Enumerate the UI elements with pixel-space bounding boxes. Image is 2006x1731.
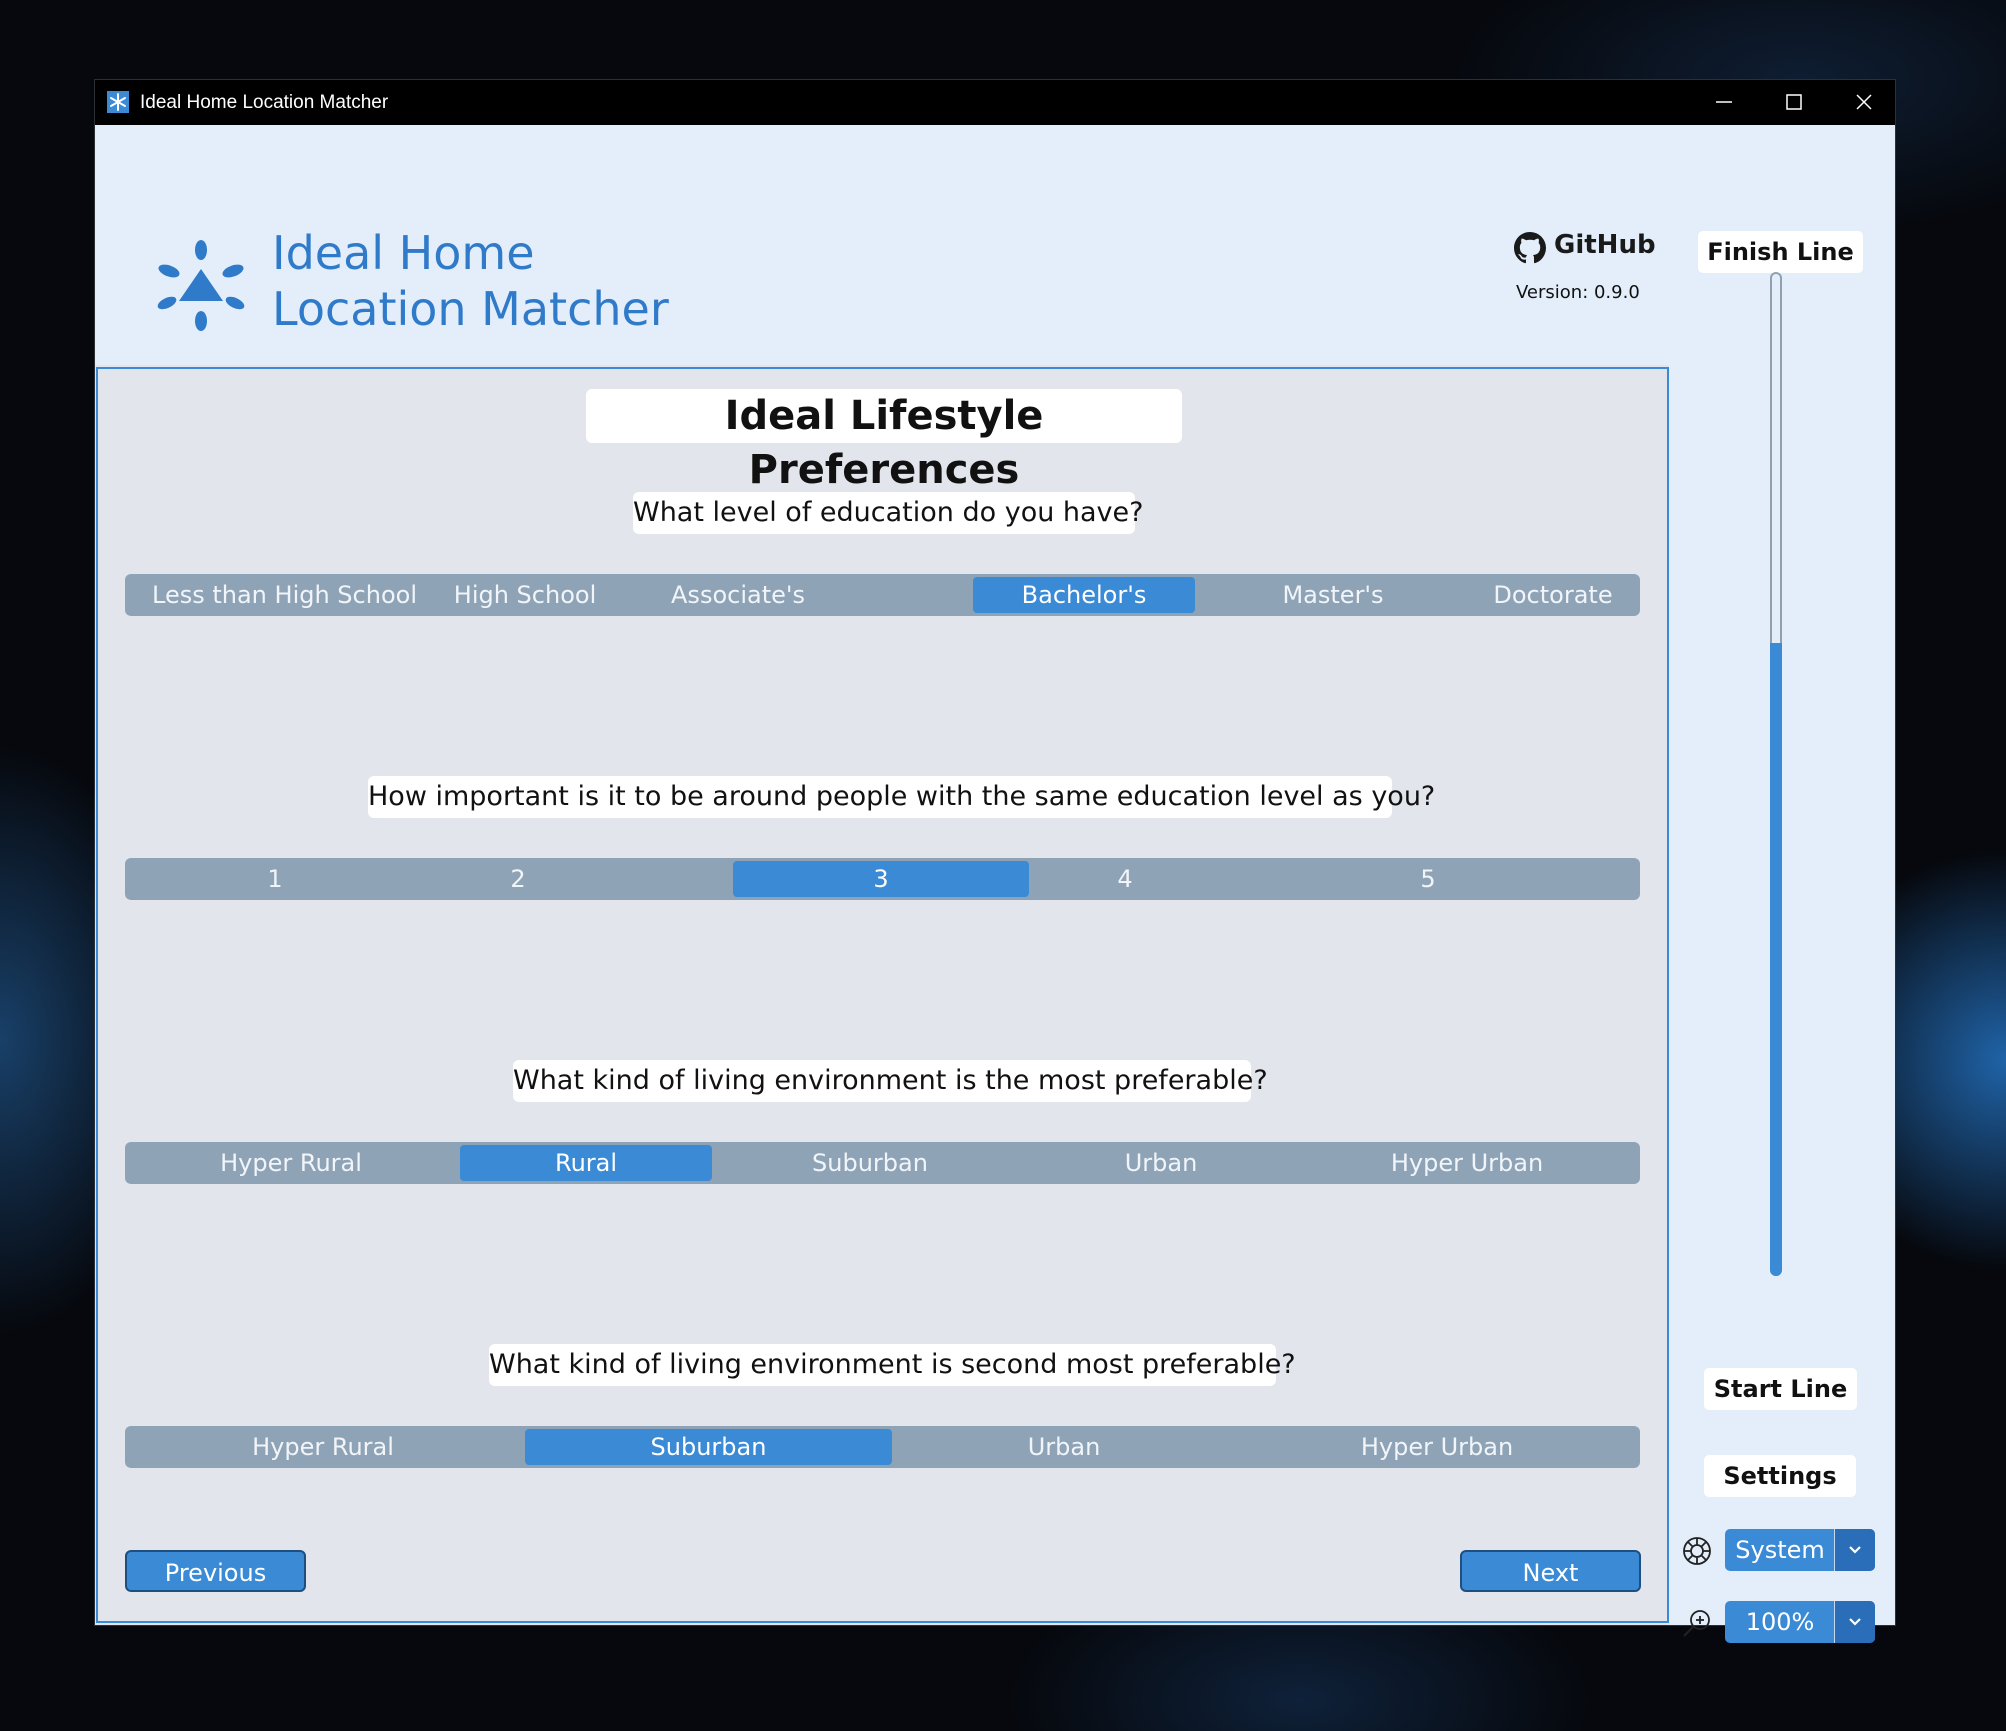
app-icon xyxy=(107,91,129,113)
question-text: How important is it to be around people … xyxy=(368,776,1435,818)
progress-sidebar: Finish Line Start Line Settings System 1… xyxy=(1669,125,1895,1643)
option-rural[interactable]: Rural xyxy=(460,1145,712,1181)
rating-option-4[interactable]: 4 xyxy=(1005,861,1245,897)
chevron-down-icon xyxy=(1849,1546,1861,1554)
settings-label: Settings xyxy=(1704,1455,1856,1497)
question-text: What kind of living environment is the m… xyxy=(513,1060,1268,1102)
option-suburban[interactable]: Suburban xyxy=(770,1145,970,1181)
rating-option-3[interactable]: 3 xyxy=(733,861,1029,897)
zoom-icon xyxy=(1681,1607,1713,1643)
previous-button[interactable]: Previous xyxy=(125,1550,306,1592)
option-hyper-urban[interactable]: Hyper Urban xyxy=(1367,1145,1567,1181)
minimize-icon xyxy=(1716,101,1732,103)
question-text: What level of education do you have? xyxy=(633,492,1143,534)
maximize-icon xyxy=(1786,94,1802,110)
app-name: Ideal Home Location Matcher xyxy=(272,225,669,337)
app-logo-icon xyxy=(153,235,249,335)
title-bar: Ideal Home Location Matcher xyxy=(95,80,1895,125)
rating-option-5[interactable]: 5 xyxy=(1308,861,1548,897)
zoom-dropdown-arrow[interactable] xyxy=(1834,1601,1875,1643)
option-masters[interactable]: Master's xyxy=(1243,577,1423,613)
option-urban[interactable]: Urban xyxy=(1061,1145,1261,1181)
option-urban[interactable]: Urban xyxy=(964,1429,1164,1465)
app-header: Ideal Home Location Matcher GitHub Versi… xyxy=(95,125,1669,365)
option-high-school[interactable]: High School xyxy=(435,577,615,613)
secondary-environment-selector: Hyper Rural Suburban Urban Hyper Urban xyxy=(125,1426,1640,1468)
option-hyper-rural[interactable]: Hyper Rural xyxy=(191,1145,391,1181)
question-text: What kind of living environment is secon… xyxy=(489,1344,1296,1386)
progress-fill xyxy=(1770,643,1782,1276)
github-label: GitHub xyxy=(1554,230,1656,260)
question-panel: Ideal Lifestyle Preferences What level o… xyxy=(96,367,1669,1623)
theme-dropdown[interactable]: System xyxy=(1725,1529,1875,1571)
close-icon xyxy=(1856,94,1872,110)
version-label: Version: 0.9.0 xyxy=(1516,282,1640,303)
start-line-label: Start Line xyxy=(1704,1368,1857,1410)
option-bachelors[interactable]: Bachelor's xyxy=(973,577,1195,613)
option-less-than-high-school[interactable]: Less than High School xyxy=(152,577,417,613)
close-button[interactable] xyxy=(1830,80,1898,125)
chevron-down-icon xyxy=(1849,1618,1861,1626)
page-title: Ideal Lifestyle Preferences xyxy=(586,389,1182,493)
rating-option-1[interactable]: 1 xyxy=(155,861,395,897)
importance-rating-selector: 1 2 3 4 5 xyxy=(125,858,1640,900)
app-name-line1: Ideal Home xyxy=(272,226,535,280)
minimize-button[interactable] xyxy=(1690,80,1758,125)
education-level-selector: Less than High School High School Associ… xyxy=(125,574,1640,616)
primary-environment-selector: Hyper Rural Rural Suburban Urban Hyper U… xyxy=(125,1142,1640,1184)
theme-value: System xyxy=(1735,1536,1825,1564)
github-icon xyxy=(1514,232,1546,264)
next-button[interactable]: Next xyxy=(1460,1550,1641,1592)
option-suburban[interactable]: Suburban xyxy=(525,1429,892,1465)
theme-icon xyxy=(1681,1535,1713,1571)
option-hyper-urban[interactable]: Hyper Urban xyxy=(1337,1429,1537,1465)
theme-dropdown-arrow[interactable] xyxy=(1834,1529,1875,1571)
option-associates[interactable]: Associate's xyxy=(648,577,828,613)
app-window: Ideal Home Location Matcher Ideal Home L… xyxy=(95,80,1895,1643)
maximize-button[interactable] xyxy=(1760,80,1828,125)
rating-option-2[interactable]: 2 xyxy=(398,861,638,897)
zoom-value: 100% xyxy=(1745,1608,1815,1636)
option-doctorate[interactable]: Doctorate xyxy=(1463,577,1643,613)
window-title: Ideal Home Location Matcher xyxy=(140,92,389,113)
app-name-line2: Location Matcher xyxy=(272,282,669,336)
zoom-dropdown[interactable]: 100% xyxy=(1725,1601,1875,1643)
finish-line-label: Finish Line xyxy=(1698,231,1863,273)
option-hyper-rural[interactable]: Hyper Rural xyxy=(223,1429,423,1465)
